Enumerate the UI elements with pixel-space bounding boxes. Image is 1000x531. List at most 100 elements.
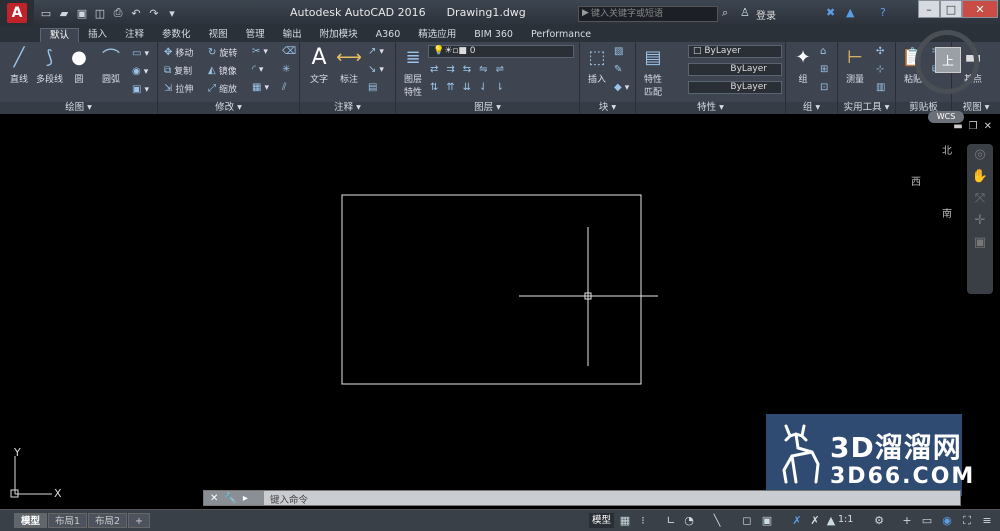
save-icon[interactable]: ▣ [74,5,90,21]
search-input[interactable]: 键入关键字或短语 [578,6,718,22]
plus-icon[interactable]: + [900,514,914,528]
erase-icon[interactable]: ⌫ [282,46,296,57]
group-select-icon[interactable]: ⊡ [820,82,828,93]
compass-west[interactable]: 西 [911,173,921,188]
undo-icon[interactable]: ↶ [128,5,144,21]
mirror-button[interactable]: ◭ 镜像 [208,64,237,77]
user-icon[interactable]: ♙ [740,6,750,19]
layout-tab-2[interactable]: 布局2 [88,513,128,528]
close-cmd-icon[interactable]: ✕ [210,493,218,504]
explode-icon[interactable]: ✳ [282,64,290,75]
rectangle-icon[interactable]: ▭ ▾ [132,48,149,59]
table-icon[interactable]: ▤ [368,82,377,93]
ungroup-icon[interactable]: ⌂ [820,46,826,57]
offset-icon[interactable]: ⫽ [282,82,286,93]
id-point-icon[interactable]: ✣ [876,46,884,57]
tab-insert[interactable]: 插入 [79,28,116,42]
steering-wheel-icon[interactable]: ◎ [967,144,993,166]
color-dropdown[interactable]: □ ByLayer [688,45,782,58]
viewport-close-icon[interactable]: ✕ [984,121,992,132]
layout-tab-model[interactable]: 模型 [14,513,48,528]
workspace-gear-icon[interactable]: ⚙ [872,514,886,528]
search-button-icon[interactable]: ⌕ [722,6,728,20]
annotation-scale-icon[interactable]: ▲ [824,514,838,528]
lineweight-dropdown[interactable]: ByLayer [688,81,782,94]
osnap-icon[interactable]: ◻ [740,514,754,528]
dimension-button[interactable]: ⟷ 标注 [336,44,362,86]
leader-icon[interactable]: ↗ ▾ [368,46,384,57]
tab-featured-apps[interactable]: 精选应用 [409,28,465,42]
customization-icon[interactable]: ≡ [980,514,994,528]
groups-panel-label[interactable]: 组 ▾ [786,102,837,114]
rotate-button[interactable]: ↻ 旋转 [208,46,237,59]
modify-panel-label[interactable]: 修改 ▾ [158,102,299,114]
group-button[interactable]: ✦ 组 [790,44,816,86]
model-space-button[interactable]: 模型 [589,513,615,528]
pan-hand-icon[interactable]: ✋ [967,166,993,188]
select-all-icon[interactable]: ⊹ [876,64,884,75]
new-file-icon[interactable]: ▭ [38,5,54,21]
isodraft-icon[interactable]: ╲ [710,514,724,528]
edit-block-icon[interactable]: ✎ [614,64,622,75]
lineweight-icon[interactable]: ▣ [760,514,774,528]
match-properties-button[interactable]: ▤ 特性 匹配 [640,44,666,99]
polar-icon[interactable]: ◔ [682,514,696,528]
calculator-icon[interactable]: ▥ [876,82,885,93]
save-as-icon[interactable]: ◫ [92,5,108,21]
tab-addins[interactable]: 附加模块 [311,28,367,42]
block-attr-icon[interactable]: ◆ ▾ [614,82,629,93]
layout-tab-1[interactable]: 布局1 [48,513,88,528]
polyline-button[interactable]: ⟆ 多段线 [36,44,63,86]
wcs-menu[interactable]: WCS [928,111,964,123]
exchange-apps-icon[interactable]: ✖ [826,6,835,19]
line-button[interactable]: ╱ 直线 [6,44,32,86]
qat-dropdown-icon[interactable]: ▾ [164,5,180,21]
application-menu-button[interactable]: A [0,0,34,26]
ortho-icon[interactable]: ∟ [664,514,678,528]
scale-button[interactable]: ⤢ 缩放 [208,82,237,95]
hardware-accel-icon[interactable]: ◉ [940,514,954,528]
compass-south[interactable]: 南 [942,205,952,220]
circle-button[interactable]: ● 圆 [66,44,92,86]
annotation-visibility-icon[interactable]: ✗ [790,514,804,528]
utilities-panel-label[interactable]: 实用工具 ▾ [838,102,895,114]
text-button[interactable]: A 文字 [306,44,332,86]
open-file-icon[interactable]: ▰ [56,5,72,21]
maximize-button[interactable]: □ [940,0,962,18]
linetype-dropdown[interactable]: ByLayer [688,63,782,76]
zoom-extents-icon[interactable]: ⤧ [967,188,993,210]
layer-dropdown[interactable]: 💡☀▫■ 0 [428,45,574,58]
a360-icon[interactable]: ▲ [846,6,854,19]
tab-parametric[interactable]: 参数化 [153,28,200,42]
viewcube-top-face[interactable]: 上 [935,47,961,73]
tab-bim360[interactable]: BIM 360 [465,28,522,42]
tab-default[interactable]: 默认 [40,28,80,42]
array-icon[interactable]: ▦ ▾ [252,82,269,93]
grid-icon[interactable]: ▦ [618,514,632,528]
compass-north[interactable]: 北 [942,142,952,157]
hatch-icon[interactable]: ◉ ▾ [132,66,148,77]
minimize-button[interactable]: – [918,0,940,18]
stretch-button[interactable]: ⇲ 拉伸 [164,82,193,95]
properties-panel-label[interactable]: 特性 ▾ [636,102,785,114]
annotation-panel-label[interactable]: 注释 ▾ [300,102,395,114]
viewport-restore-icon[interactable]: ❐ [969,121,978,132]
showmotion-icon[interactable]: ▣ [967,232,993,254]
orbit-icon[interactable]: ✛ [967,210,993,232]
help-icon[interactable]: ? [880,6,886,19]
insert-button[interactable]: ⬚ 插入 [584,44,610,86]
isolate-objects-icon[interactable]: ▭ [920,514,934,528]
layer-tools-row1[interactable]: ⇄ ⇉ ⇆ ⇋ ⇌ [430,64,504,75]
auto-scale-icon[interactable]: ✗ [808,514,822,528]
arc-button[interactable]: ⌒ 圆弧 [98,44,124,85]
block-panel-label[interactable]: 块 ▾ [580,102,635,114]
snap-icon[interactable]: ⁝ [636,514,650,528]
create-block-icon[interactable]: ▧ [614,46,623,57]
tab-view[interactable]: 视图 [200,28,237,42]
close-button[interactable]: ✕ [962,0,998,18]
tab-output[interactable]: 输出 [274,28,311,42]
trim-icon[interactable]: ✂ ▾ [252,46,268,57]
redo-icon[interactable]: ↷ [146,5,162,21]
multileader-icon[interactable]: ↘ ▾ [368,64,384,75]
layer-properties-button[interactable]: ≣ 图层 特性 [400,44,426,99]
